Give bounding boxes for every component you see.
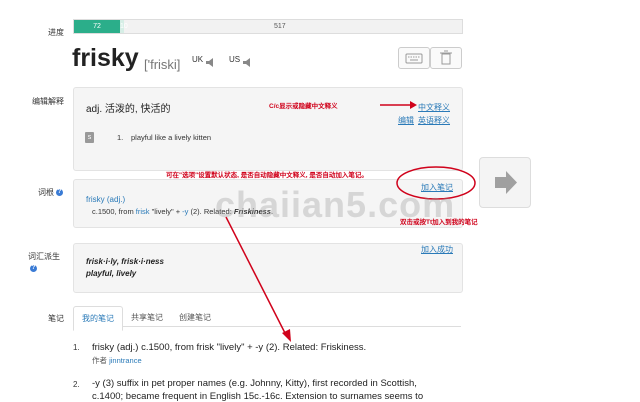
edit-link[interactable]: 编辑 [398, 115, 414, 126]
progress-bar: 72 10 517 [73, 19, 463, 34]
trash-icon [440, 50, 452, 65]
note-1-number: 1. [73, 343, 80, 352]
english-item-text: playful like a lively kitten [131, 133, 212, 142]
definition-section-label: 编辑解释 [32, 97, 64, 106]
keyboard-icon [405, 53, 423, 64]
etymology-body-prefix: c.1500, from [92, 207, 136, 216]
chinese-definition-link[interactable]: 中文释义 [418, 102, 450, 113]
us-label: US [229, 55, 241, 64]
derivatives-section-label: 词汇派生? [28, 251, 68, 272]
etymology-title: frisky (adj.) [86, 195, 126, 204]
english-definition-link[interactable]: 英语释义 [418, 115, 450, 126]
help-icon[interactable]: ? [30, 265, 37, 272]
us-speaker-icon[interactable] [242, 55, 254, 73]
annotation-options-hint: 可在"选项"设置默认状态, 是否自动隐藏中文释义, 是否自动加入笔记。 [166, 172, 368, 179]
arrow-right-icon [495, 171, 517, 194]
etymology-label-text: 词根 [38, 188, 54, 197]
next-button[interactable] [479, 157, 531, 208]
progress-done-segment: 72 [74, 20, 120, 33]
etymology-body-mid: "lively" + [149, 207, 183, 216]
etymology-section-label: 词根? [38, 187, 63, 198]
note-1-author: 作者 jinntrance [92, 355, 142, 366]
watermark-text: chaiian5.com [215, 184, 456, 225]
notes-section-label: 笔记 [48, 314, 64, 323]
progress-label: 进度 [48, 28, 64, 37]
help-icon[interactable]: ? [56, 189, 63, 197]
pos-tag: s [85, 132, 94, 143]
uk-label: UK [192, 55, 204, 64]
note-2-number: 2. [73, 380, 80, 389]
annotation-toggle-cn: C/c显示或隐藏中文释义 [269, 103, 338, 110]
uk-speaker-icon[interactable] [205, 55, 217, 73]
frisk-link[interactable]: frisk [136, 207, 150, 216]
delete-button[interactable] [430, 47, 462, 69]
added-success-link[interactable]: 加入成功 [421, 244, 453, 255]
progress-learning-segment: 10 [120, 20, 128, 33]
note-author-link[interactable]: jinntrance [109, 356, 142, 365]
annotation-arrow-down [225, 216, 291, 342]
note-2-line1: -y (3) suffix in pet proper names (e.g. … [92, 378, 417, 389]
definition-text: adj. 活泼的, 快活的 [86, 104, 171, 115]
progress-remaining: 517 [274, 23, 286, 30]
word-title: frisky [72, 44, 139, 72]
english-item-number: 1. [117, 133, 124, 142]
tab-shared-notes[interactable]: 共享笔记 [123, 306, 171, 329]
word-phonetic: ['friski] [144, 57, 181, 72]
note-2-line2: c.1400; became frequent in English 15c.-… [92, 391, 424, 402]
note-author-label: 作者 [92, 356, 107, 365]
derivatives-line1: frisk·i·ly, frisk·i·ness [86, 257, 164, 266]
annotation-arrow-cn [380, 101, 417, 109]
keyboard-button[interactable] [398, 47, 430, 69]
derivatives-label-text: 词汇派生 [28, 252, 60, 261]
derivatives-line2: playful, lively [86, 269, 137, 278]
tab-my-notes[interactable]: 我的笔记 [73, 306, 123, 331]
tab-create-note[interactable]: 创建笔记 [171, 306, 219, 329]
